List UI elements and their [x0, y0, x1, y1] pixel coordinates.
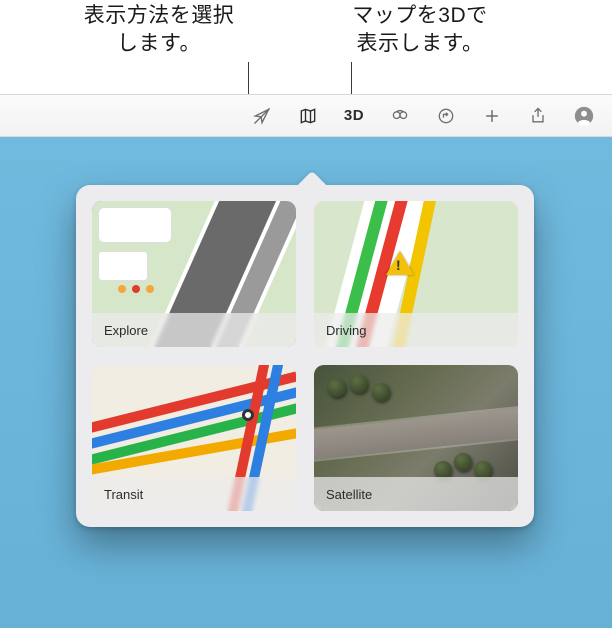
callout-choose-view: 表示方法を選択 します。	[44, 2, 274, 59]
warning-icon	[386, 251, 414, 275]
map-area[interactable]: Explore Driving	[0, 137, 612, 628]
callout-line: 表示します。	[357, 32, 484, 55]
tile-label-bar: Driving	[314, 313, 518, 347]
tile-driving[interactable]: Driving	[314, 201, 518, 347]
callout-line: します。	[117, 32, 201, 55]
tile-label: Transit	[104, 487, 143, 502]
tile-satellite[interactable]: Satellite	[314, 365, 518, 511]
tile-label: Driving	[326, 323, 366, 338]
account-icon[interactable]	[566, 101, 602, 131]
share-icon[interactable]	[520, 101, 556, 131]
maps-window: 3D	[0, 94, 612, 628]
tile-label-bar: Satellite	[314, 477, 518, 511]
callout-line: マップを3Dで	[352, 4, 487, 27]
callout-show-3d: マップを3Dで 表示します。	[300, 2, 540, 59]
directions-icon[interactable]	[428, 101, 464, 131]
callout-line: 表示方法を選択	[84, 4, 235, 27]
tile-label-bar: Explore	[92, 313, 296, 347]
three-d-button[interactable]: 3D	[336, 101, 372, 131]
tile-explore[interactable]: Explore	[92, 201, 296, 347]
add-icon[interactable]	[474, 101, 510, 131]
tile-label: Explore	[104, 323, 148, 338]
map-mode-popover: Explore Driving	[76, 185, 534, 527]
look-around-icon[interactable]	[382, 101, 418, 131]
tile-transit[interactable]: Transit	[92, 365, 296, 511]
map-mode-grid: Explore Driving	[92, 201, 518, 511]
tile-label-bar: Transit	[92, 477, 296, 511]
location-arrow-icon[interactable]	[244, 101, 280, 131]
three-d-label: 3D	[344, 107, 364, 124]
figure-root: 表示方法を選択 します。 マップを3Dで 表示します。 3D	[0, 0, 612, 628]
toolbar: 3D	[0, 95, 612, 137]
map-mode-button[interactable]	[290, 101, 326, 131]
tile-label: Satellite	[326, 487, 372, 502]
